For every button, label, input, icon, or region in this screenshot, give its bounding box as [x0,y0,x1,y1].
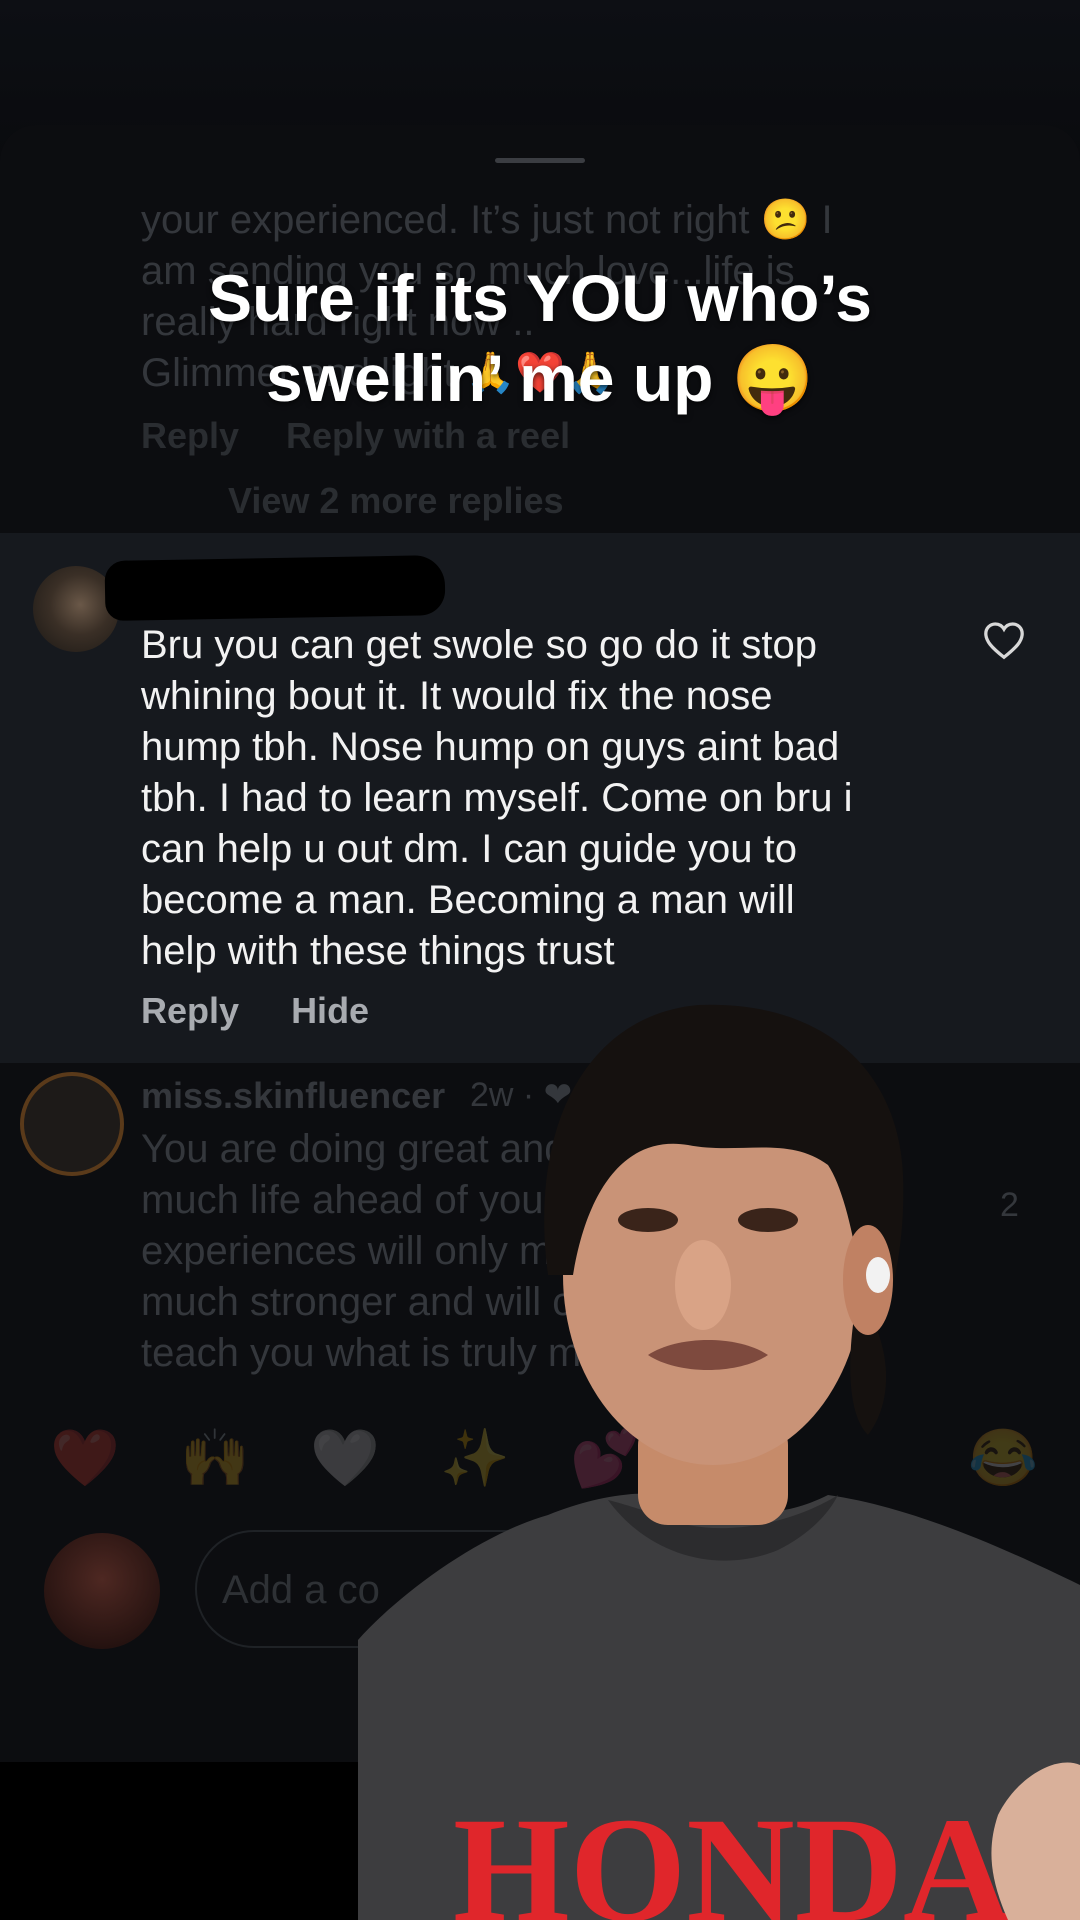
add-comment-placeholder: Add a co [222,1568,380,1612]
comment-line: become a man. Becoming a man will [141,878,795,922]
comment-line: tbh. I had to learn myself. Come on bru … [141,776,853,820]
prev-reply-button[interactable]: Reply [141,415,239,457]
earbud-icon [866,1257,890,1293]
emoji-heart-button[interactable]: ❤️ [50,1425,120,1491]
person-overlay: HONDA [358,1004,1080,1920]
comment-line: whining bout it. It would fix the nose [141,674,773,718]
nose [675,1240,731,1330]
comment-line: help with these things trust [141,929,615,973]
caption-line: Sure if its YOU who’s [208,261,872,335]
prev-comment-line: your experienced. It’s just not right 😕 … [141,198,833,242]
comment-line: hump tbh. Nose hump on guys aint bad [141,725,840,769]
eye-right [738,1208,798,1232]
sheet-drag-handle[interactable] [495,158,585,163]
eye-left [618,1208,678,1232]
comment-line: Bru you can get swole so go do it stop [141,623,817,667]
reply-button[interactable]: Reply [141,990,239,1031]
prev-reply-reel-button[interactable]: Reply with a reel [286,415,570,457]
view-more-replies-button[interactable]: View 2 more replies [228,480,564,522]
video-caption: Sure if its YOU who’s swellin’ me up 😛 [0,258,1080,418]
emoji-raised-hands-button[interactable]: 🙌 [180,1425,250,1491]
my-avatar [44,1533,160,1649]
comment-text: Bru you can get swole so go do it stop w… [141,620,941,977]
heart-icon[interactable] [982,620,1026,660]
caption-line: swellin’ me up 😛 [266,341,814,415]
avatar[interactable] [20,1072,124,1176]
shirt-print: HONDA [453,1787,1011,1920]
comment-line: can help u out dm. I can guide you to [141,827,797,871]
redacted-username [104,555,446,621]
